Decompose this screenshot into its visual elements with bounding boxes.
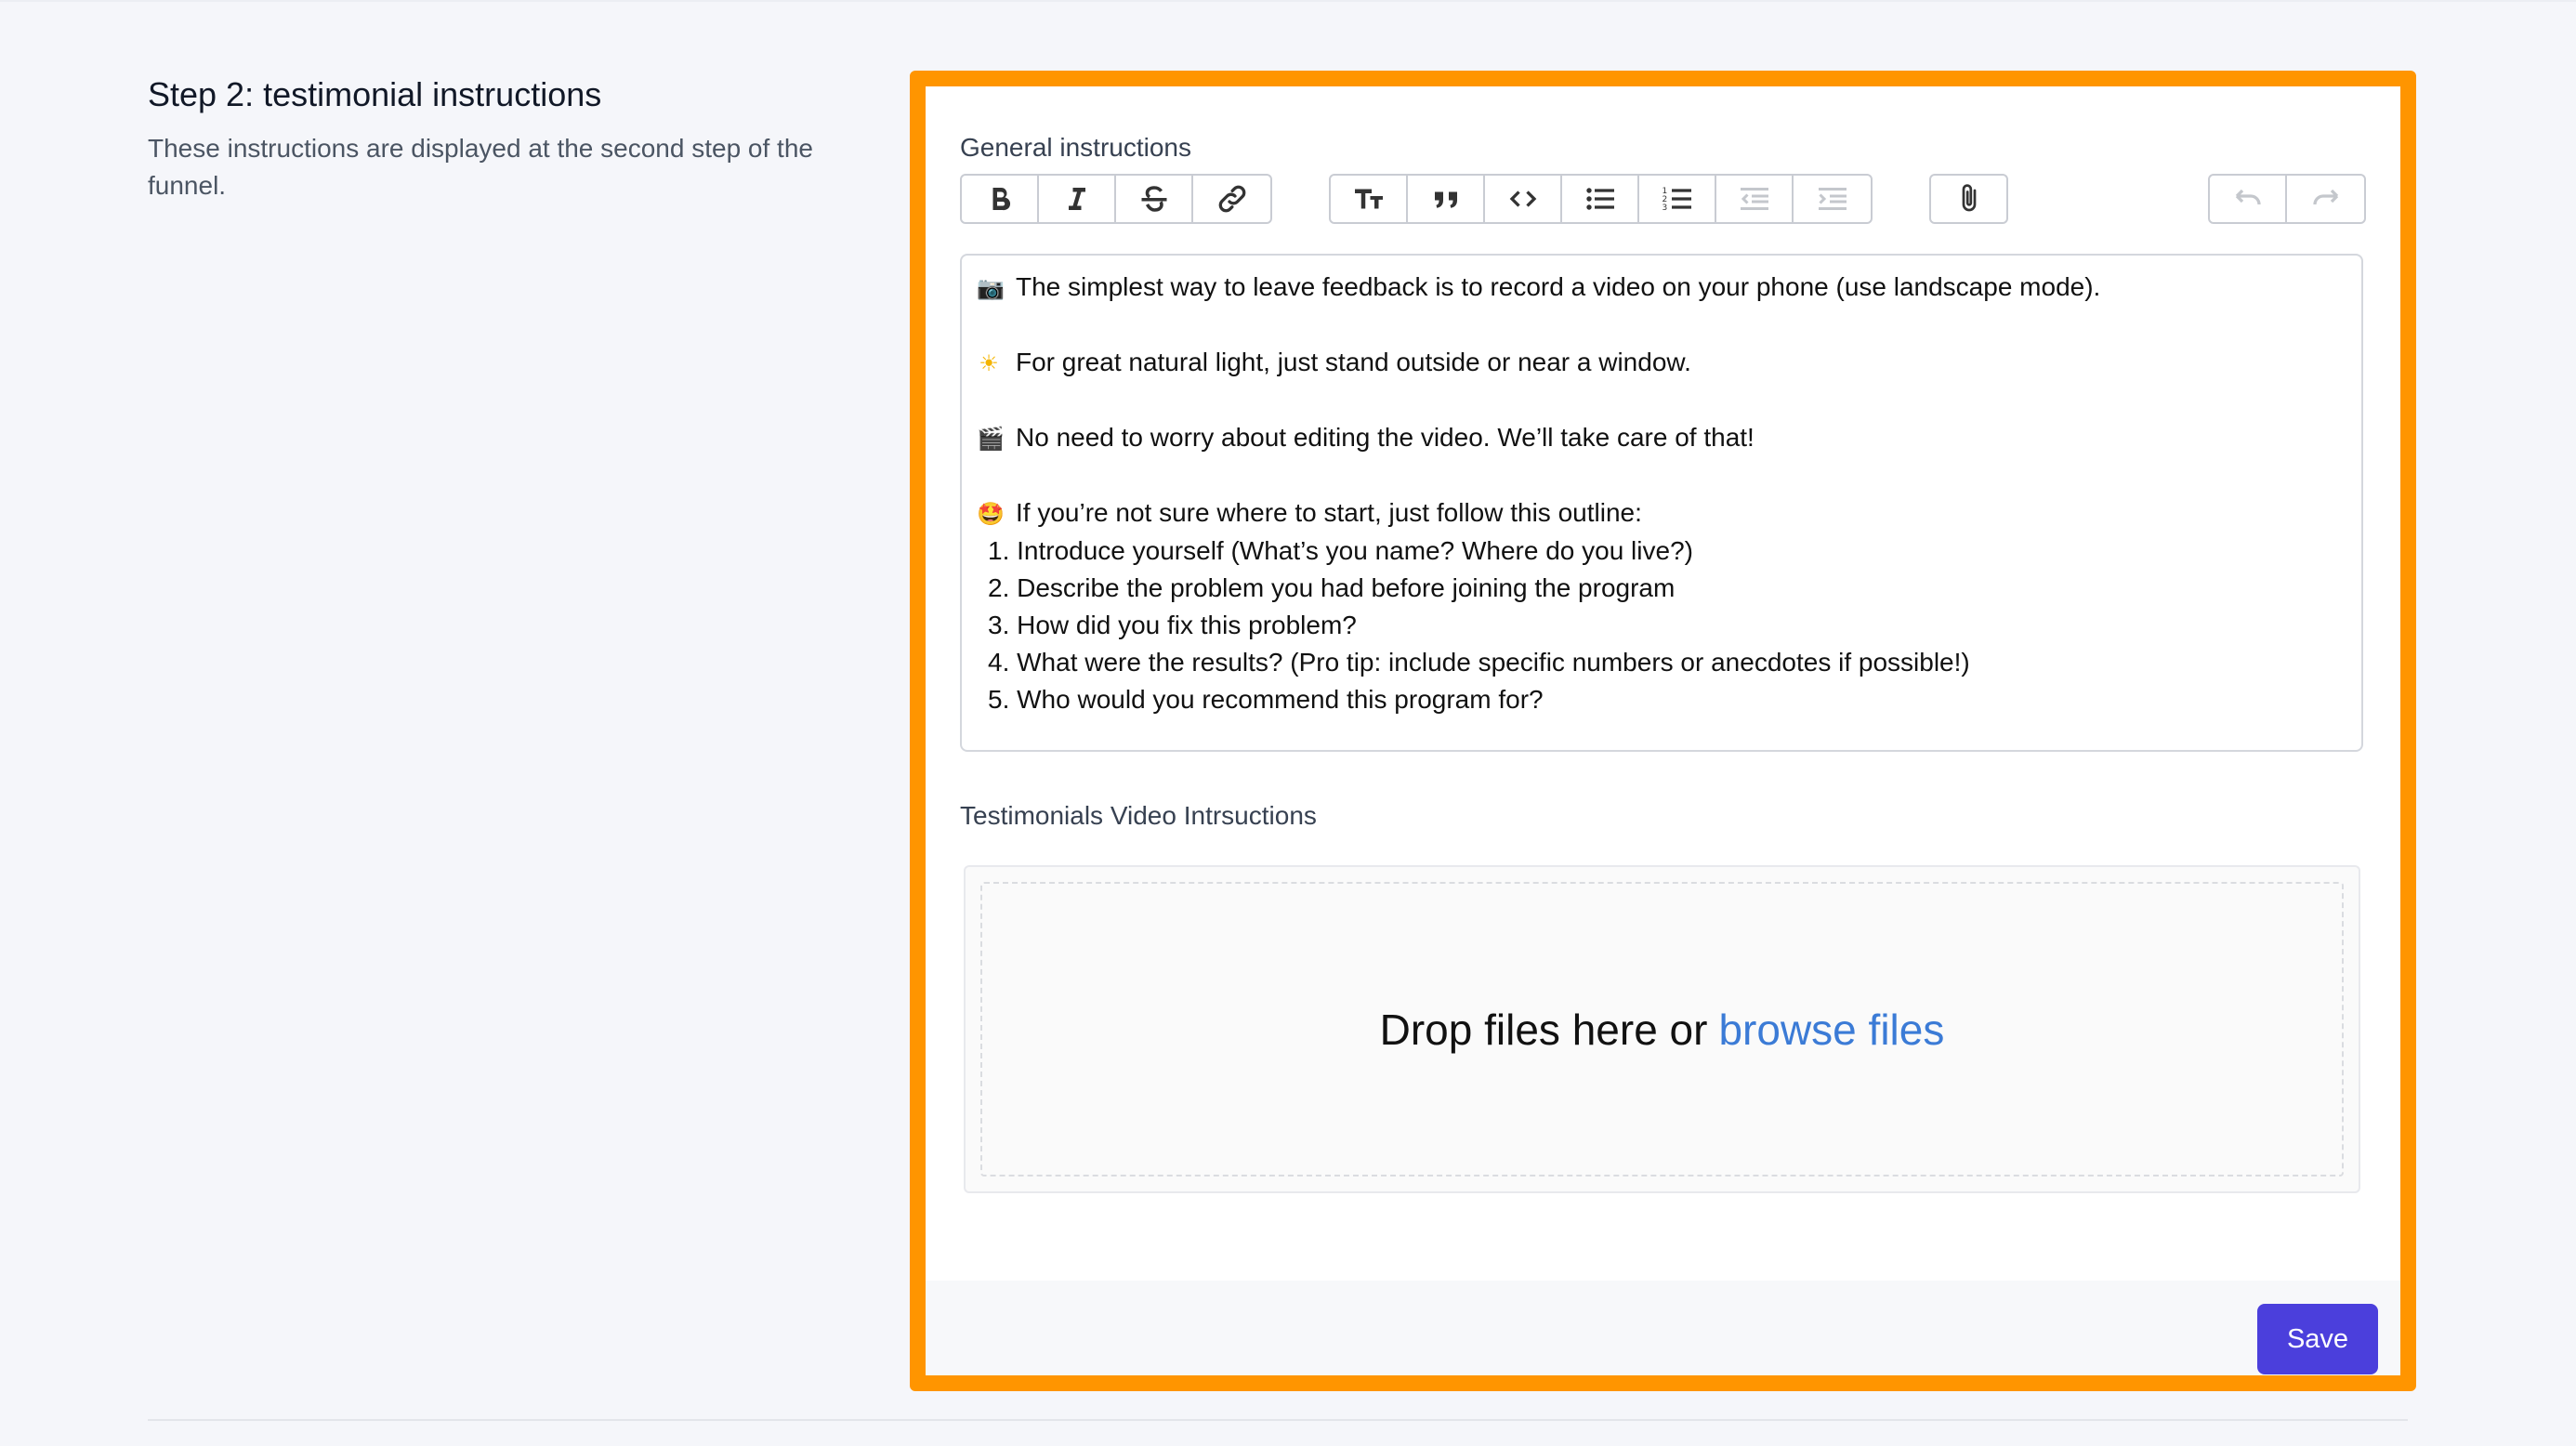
editor-line: If you’re not sure where to start, just …: [1016, 498, 1642, 527]
sun-icon: ☀: [979, 350, 999, 376]
redo-button[interactable]: [2287, 176, 2364, 222]
block-toolbar-group: 123: [1329, 174, 1873, 224]
format-toolbar-group: [960, 174, 1272, 224]
drop-files-text: Drop files here or: [1379, 1005, 1708, 1054]
svg-text:3: 3: [1662, 204, 1667, 213]
quote-button[interactable]: [1408, 176, 1485, 222]
editor-line: For great natural light, just stand outs…: [1016, 348, 1691, 376]
bold-button[interactable]: [962, 176, 1039, 222]
editor-paragraph: 🤩 If you’re not sure where to start, just…: [977, 494, 2346, 532]
star-struck-icon: 🤩: [977, 501, 1005, 527]
indent-icon: [1818, 188, 1847, 210]
indent-button[interactable]: [1794, 176, 1871, 222]
outline-list-item: 1. Introduce yourself (What’s you name? …: [988, 536, 1693, 565]
video-instructions-label: Testimonials Video Intrsuctions: [960, 801, 1317, 830]
strikethrough-icon: [1141, 186, 1166, 212]
section-description: These instructions are displayed at the …: [148, 134, 813, 200]
dropzone-text: Drop files here or browse files: [1380, 1005, 1945, 1055]
file-dropzone[interactable]: Drop files here or browse files: [964, 865, 2360, 1193]
history-toolbar-group: [2208, 174, 2366, 224]
editor-line: No need to worry about editing the video…: [1016, 423, 1755, 452]
attach-toolbar-group: [1929, 174, 2008, 224]
undo-button[interactable]: [2210, 176, 2287, 222]
outline-list-item: 2. Describe the problem you had before j…: [988, 573, 1676, 602]
link-button[interactable]: [1193, 176, 1270, 222]
bold-icon: [992, 188, 1010, 211]
outline-list-item: 4. What were the results? (Pro tip: incl…: [988, 648, 1970, 677]
panel-footer: [926, 1281, 2400, 1375]
panel-body: General instructions 1 2 3 📷 The simples…: [926, 86, 2400, 1281]
attach-button[interactable]: [1931, 176, 2006, 222]
outline-list-item: 5. Who would you recommend this program …: [988, 685, 1544, 714]
outdent-button[interactable]: [1716, 176, 1794, 222]
outline-list-item: 3. How did you fix this problem?: [988, 611, 1357, 639]
bottom-divider: [148, 1419, 2408, 1421]
top-divider: [0, 0, 2576, 2]
clapper-board-icon: 🎬: [977, 426, 1005, 452]
heading-button[interactable]: [1331, 176, 1408, 222]
redo-icon: [2312, 189, 2338, 205]
code-button[interactable]: [1485, 176, 1562, 222]
heading-icon: [1354, 189, 1383, 209]
section-header: Step 2: testimonial instructions These i…: [148, 72, 873, 204]
editor-line: The simplest way to leave feedback is to…: [1016, 272, 2101, 301]
quote-icon: [1434, 191, 1457, 208]
camera-icon: 📷: [977, 275, 1005, 301]
undo-icon: [2235, 189, 2261, 205]
save-button[interactable]: Save: [2257, 1304, 2378, 1374]
editor-paragraph: 📷 The simplest way to leave feedback is t…: [977, 269, 2346, 307]
section-title: Step 2: testimonial instructions: [148, 75, 602, 113]
bullet-list-button[interactable]: [1562, 176, 1639, 222]
italic-icon: [1068, 188, 1085, 210]
numbered-list-button[interactable]: 123: [1639, 176, 1716, 222]
outdent-icon: [1740, 188, 1768, 210]
browse-files-link[interactable]: browse files: [1718, 1006, 1944, 1054]
editor-paragraph: ☀ For great natural light, just stand out…: [977, 344, 2346, 382]
strikethrough-button[interactable]: [1116, 176, 1193, 222]
general-instructions-label: General instructions: [960, 133, 1192, 162]
numbered-list-icon: 123: [1662, 187, 1691, 213]
code-icon: [1509, 191, 1536, 207]
instructions-panel: General instructions 1 2 3 📷 The simples…: [910, 71, 2416, 1391]
link-icon: [1218, 185, 1245, 213]
italic-button[interactable]: [1039, 176, 1116, 222]
editor-paragraph: 🎬 No need to worry about editing the vide…: [977, 419, 2346, 457]
bullet-list-icon: [1585, 188, 1614, 210]
attach-icon: [1962, 184, 1976, 212]
instructions-editor[interactable]: 📷 The simplest way to leave feedback is t…: [960, 254, 2363, 752]
dropzone-area: Drop files here or browse files: [980, 882, 2344, 1177]
